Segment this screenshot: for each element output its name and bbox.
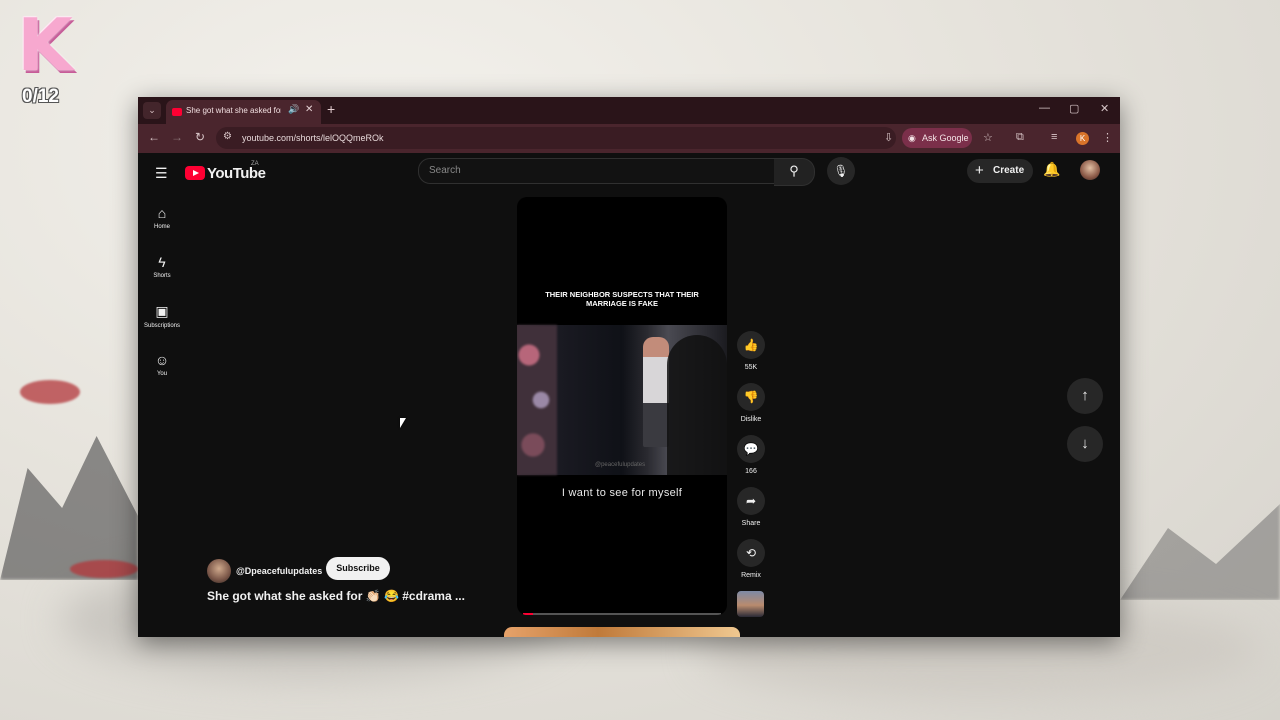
lens-icon: ◉: [908, 133, 916, 143]
microphone-icon: 🎙: [833, 164, 849, 178]
search-placeholder: Search: [429, 165, 461, 176]
share-arrow-icon[interactable]: ➦: [737, 487, 765, 515]
browser-window: ⌄ She got what she asked for 🔊 ✕ + — ▢ ✕…: [138, 97, 1120, 637]
chevron-down-icon: ⌄: [148, 105, 156, 115]
profile-avatar[interactable]: K: [1076, 132, 1089, 145]
tab-close-icon[interactable]: ✕: [305, 104, 313, 115]
channel-avatar[interactable]: [207, 559, 231, 583]
scene-flowers: [517, 325, 557, 475]
comment-count: 166: [745, 468, 757, 475]
share-action[interactable]: ➦ Share: [735, 487, 767, 527]
arrow-down-icon: ↓: [1081, 435, 1089, 452]
site-info-icon[interactable]: ⚙: [223, 131, 232, 142]
sidebar-label: Home: [153, 224, 170, 230]
back-arrow-icon[interactable]: ←: [148, 130, 160, 144]
shorts-icon: ϟ: [158, 254, 166, 270]
browser-tab-active[interactable]: She got what she asked for 🔊 ✕: [166, 100, 321, 124]
ask-google-button[interactable]: ◉ Ask Google: [902, 128, 972, 148]
video-title[interactable]: She got what she asked for 👏🏻 😂 #cdrama …: [207, 589, 465, 603]
k-badge-logo: K: [17, 3, 73, 87]
sidebar-label: Subscriptions: [143, 323, 181, 329]
search-input[interactable]: Search: [418, 158, 776, 184]
sidebar-item-subscriptions[interactable]: ▣ Subscriptions: [138, 303, 186, 329]
comment-icon[interactable]: 💬: [737, 435, 765, 463]
maximize-button[interactable]: ▢: [1069, 102, 1079, 115]
subscribe-button[interactable]: Subscribe: [326, 557, 390, 580]
hamburger-menu-icon[interactable]: ☰: [155, 165, 168, 182]
video-subtitle: I want to see for myself: [561, 487, 683, 499]
video-progress-bar[interactable]: [523, 613, 721, 615]
next-short-button[interactable]: ↓: [1067, 426, 1103, 462]
like-count: 55K: [744, 364, 758, 371]
menu-kebab-icon[interactable]: ⋮: [1102, 131, 1113, 144]
tab-list-button[interactable]: ⌄: [143, 102, 161, 119]
wallpaper-tree: [70, 560, 138, 578]
forward-arrow-icon[interactable]: →: [171, 130, 183, 144]
create-label: Create: [993, 165, 1025, 176]
sidebar-label: Shorts: [153, 273, 171, 279]
extensions-icon[interactable]: ⧉: [1016, 131, 1024, 144]
you-icon: ☺: [154, 352, 170, 368]
url-text: youtube.com/shorts/lelOQQmeROk: [242, 133, 384, 143]
arrow-up-icon: ↑: [1081, 387, 1089, 404]
channel-name[interactable]: @Dpeacefulupdates: [236, 566, 322, 576]
search-button[interactable]: ⚲: [774, 158, 815, 186]
video-watermark: @peacefulupdates: [595, 462, 646, 468]
country-code: ZA: [251, 161, 259, 167]
account-avatar[interactable]: [1080, 160, 1100, 180]
address-toolbar: ← → ↻ ⚙ youtube.com/shorts/lelOQQmeROk ⇩…: [138, 124, 1120, 153]
remix-icon[interactable]: ⟲: [737, 539, 765, 567]
wallpaper-mountain: [0, 436, 138, 580]
remix-action[interactable]: ⟲ Remix: [735, 539, 767, 579]
media-control-icon[interactable]: ≡: [1051, 131, 1057, 143]
video-progress-fill: [523, 613, 533, 615]
subscriptions-icon: ▣: [155, 303, 169, 319]
plus-icon: +: [975, 162, 984, 179]
scene-person: [643, 337, 669, 447]
sound-thumbnail[interactable]: [737, 591, 764, 617]
voice-search-button[interactable]: 🎙: [827, 157, 855, 185]
youtube-page: ☰ YouTube ZA Search ⚲ 🎙 + Create 🔔 ⌂ Hom…: [138, 153, 1120, 637]
youtube-wordmark: YouTube: [207, 165, 266, 182]
short-video-player[interactable]: THEIR NEIGHBOR SUSPECTS THAT THEIR MARRI…: [517, 197, 727, 615]
address-bar[interactable]: ⚙ youtube.com/shorts/lelOQQmeROk: [216, 127, 896, 149]
audio-playing-icon[interactable]: 🔊: [288, 104, 299, 115]
notifications-bell-icon[interactable]: 🔔: [1043, 161, 1060, 178]
wallpaper-mountain: [1120, 504, 1280, 600]
dislike-action[interactable]: 👎 Dislike: [735, 383, 767, 423]
like-action[interactable]: 👍 55K: [735, 331, 767, 371]
create-button[interactable]: + Create: [967, 159, 1033, 183]
video-caption: THEIR NEIGHBOR SUSPECTS THAT THEIR MARRI…: [545, 290, 699, 308]
search-icon: ⚲: [789, 163, 799, 178]
dislike-label: Dislike: [740, 416, 762, 423]
home-icon: ⌂: [157, 205, 167, 221]
minimize-button[interactable]: —: [1039, 102, 1050, 114]
tab-title: She got what she asked for: [186, 106, 281, 115]
close-window-button[interactable]: ✕: [1100, 102, 1109, 115]
bookmark-star-icon[interactable]: ☆: [983, 131, 993, 144]
mouse-cursor: [400, 418, 406, 428]
progress-counter: 0/12: [22, 86, 59, 107]
youtube-favicon-icon: [172, 108, 182, 116]
youtube-play-icon: [185, 166, 205, 180]
sidebar-item-shorts[interactable]: ϟ Shorts: [138, 254, 186, 279]
next-short-preview[interactable]: [504, 627, 740, 637]
ask-google-label: Ask Google: [922, 133, 969, 143]
thumbs-down-icon[interactable]: 👎: [737, 383, 765, 411]
sidebar-item-home[interactable]: ⌂ Home: [138, 205, 186, 230]
share-label: Share: [741, 520, 761, 527]
thumbs-up-icon[interactable]: 👍: [737, 331, 765, 359]
comments-action[interactable]: 💬 166: [735, 435, 767, 475]
scene-silhouette: [667, 335, 727, 475]
new-tab-button[interactable]: +: [327, 101, 335, 117]
remix-label: Remix: [741, 572, 761, 579]
install-app-icon[interactable]: ⇩: [884, 131, 893, 144]
sidebar-label: You: [156, 371, 168, 377]
reload-icon[interactable]: ↻: [195, 130, 205, 144]
sidebar-item-you[interactable]: ☺ You: [138, 352, 186, 377]
tab-bar: ⌄ She got what she asked for 🔊 ✕ + — ▢ ✕: [138, 97, 1120, 124]
wallpaper-tree: [20, 380, 80, 404]
previous-short-button[interactable]: ↑: [1067, 378, 1103, 414]
video-frame: @peacefulupdates: [517, 325, 727, 475]
